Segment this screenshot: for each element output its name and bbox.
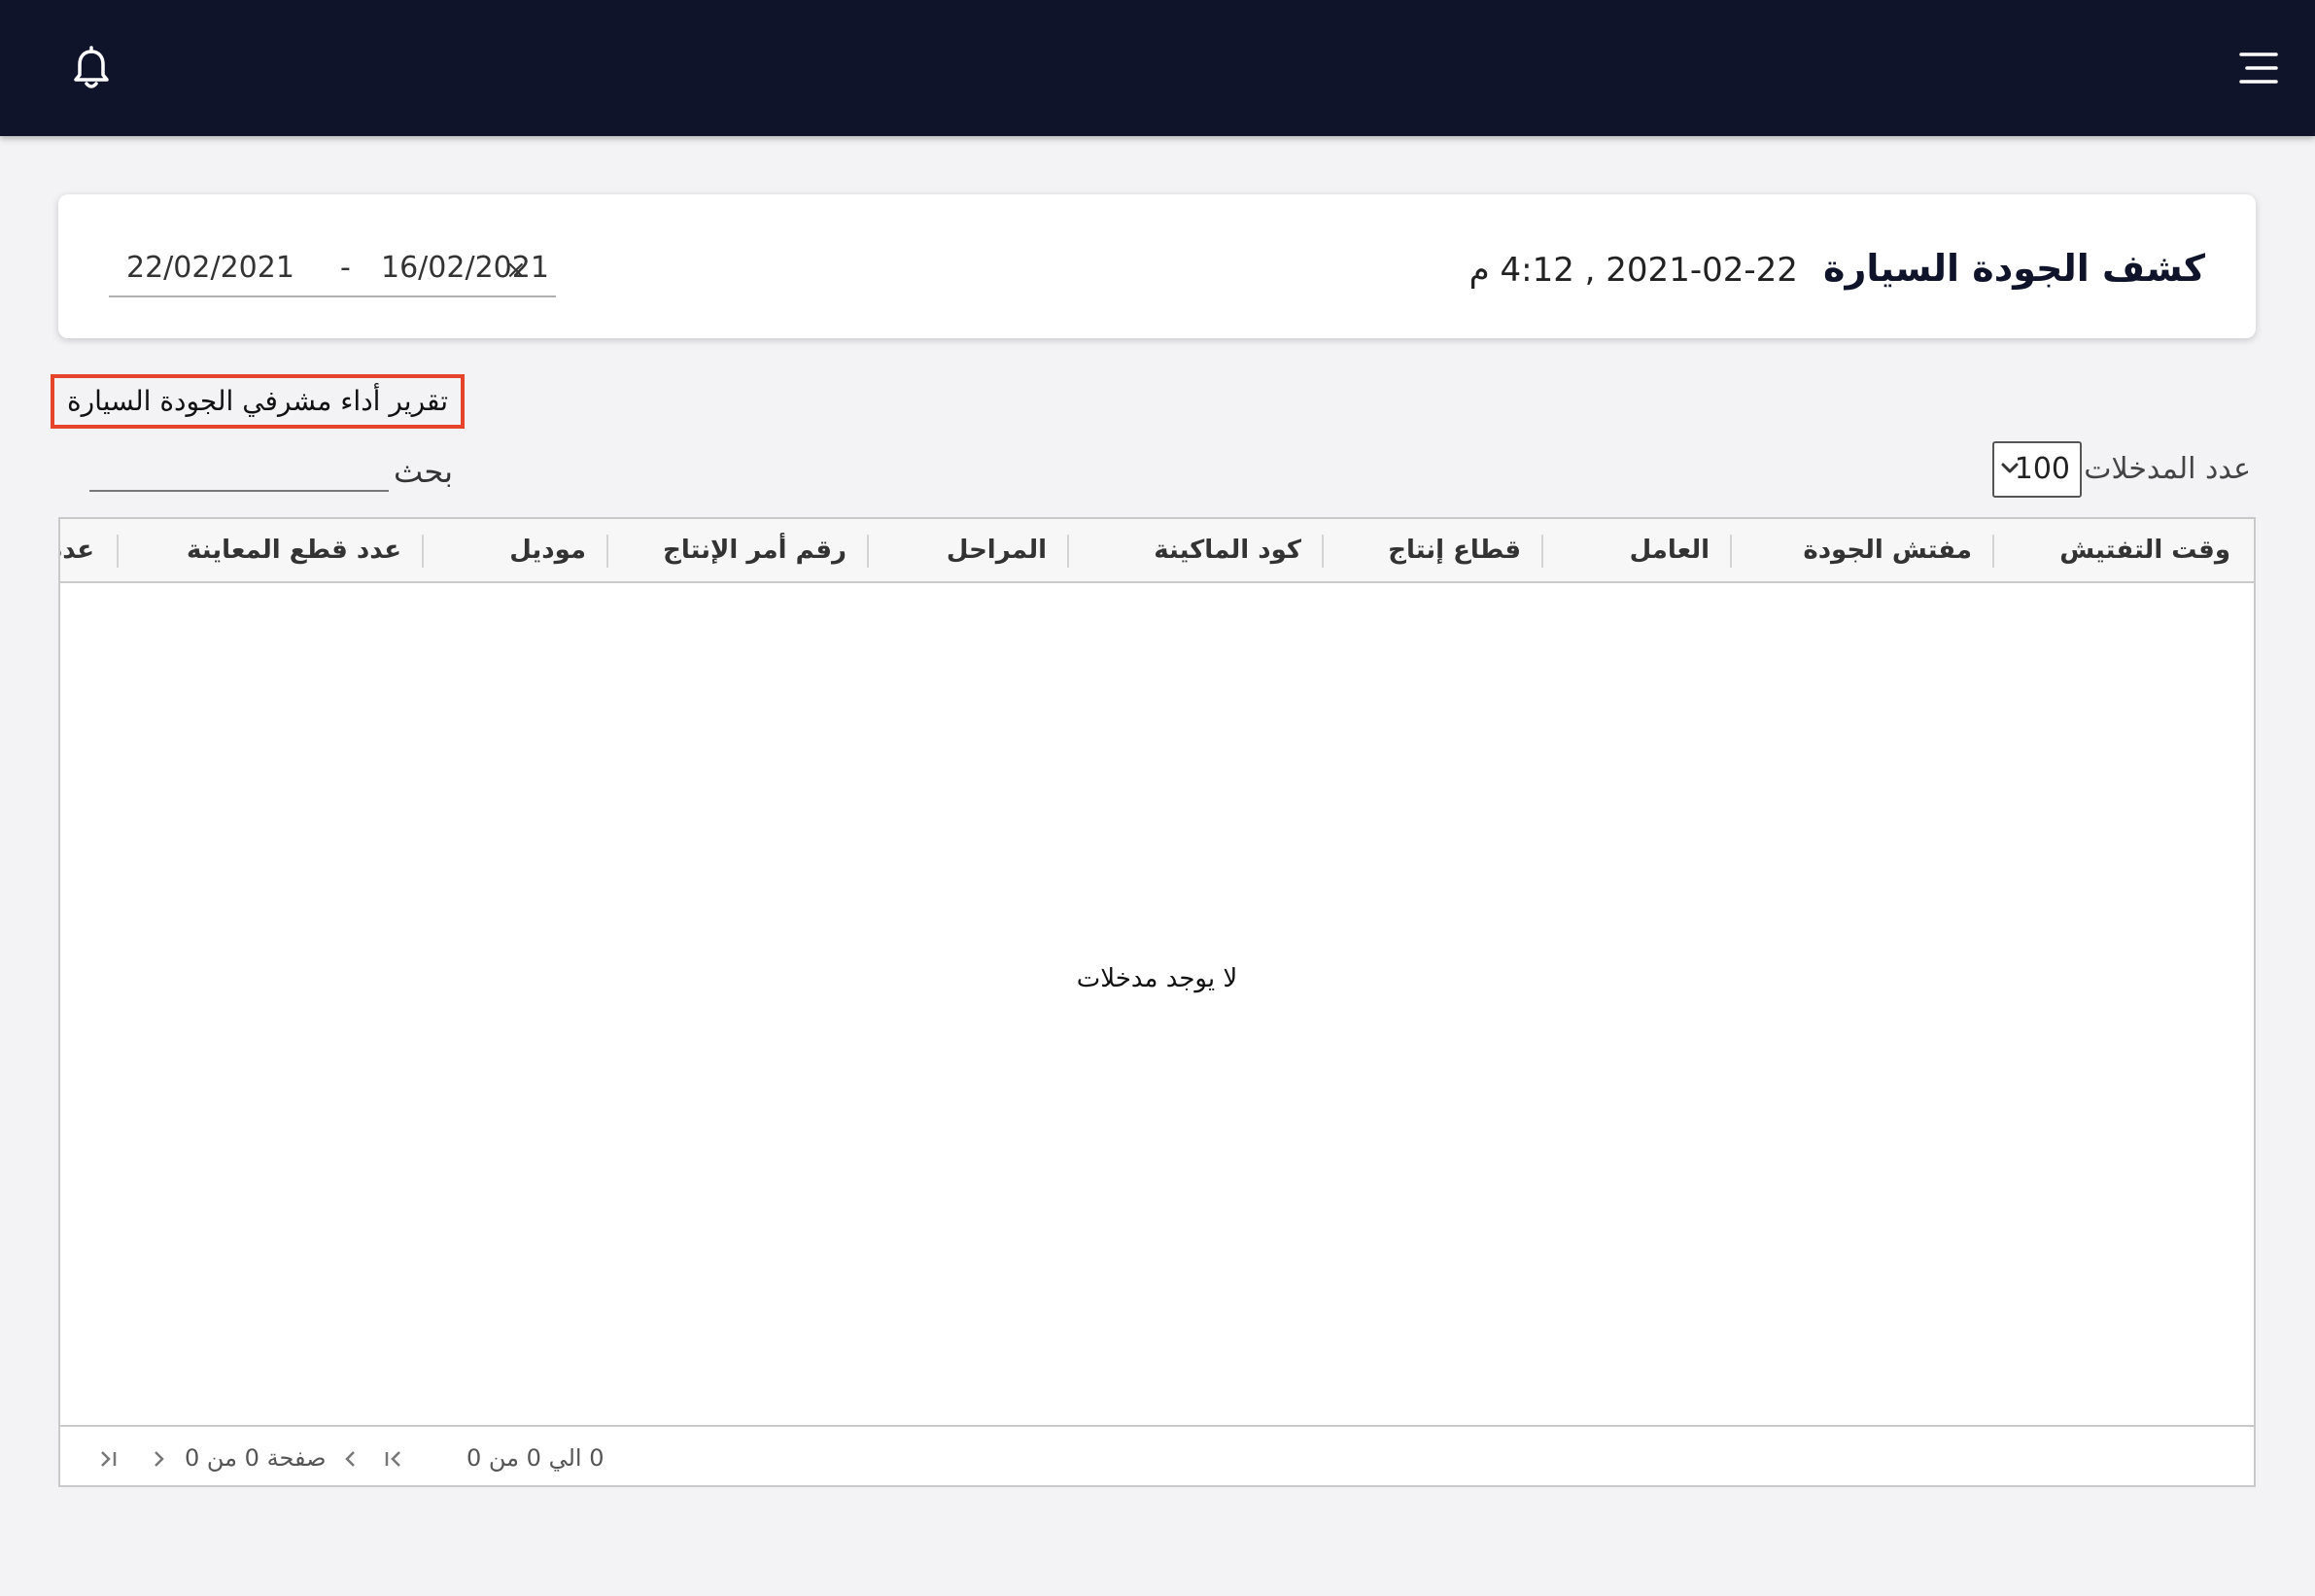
column-header-worker[interactable]: العامل — [1630, 519, 1710, 581]
hamburger-menu-icon[interactable] — [2237, 49, 2280, 87]
column-header-inspection-pieces[interactable]: عدد قطع المعاينة — [187, 519, 401, 581]
column-header-machine-code[interactable]: كود الماكينة — [1154, 519, 1301, 581]
column-header-quality-inspector[interactable]: مفتش الجودة — [1803, 519, 1972, 581]
table-body: لا يوجد مدخلات — [60, 583, 2254, 1425]
column-header-stages[interactable]: المراحل — [947, 519, 1047, 581]
date-range-picker[interactable]: 22/02/2021 - 16/02/2021 × — [109, 243, 556, 297]
data-table: وقت التفتيش مفتش الجودة العامل قطاع إنتا… — [58, 517, 2256, 1487]
chevron-down-icon — [2001, 463, 2019, 473]
page-title: كشف الجودة السيارة 22-02-2021 , 4:12 م — [1469, 243, 2205, 295]
table-header: وقت التفتيش مفتش الجودة العامل قطاع إنتا… — [60, 519, 2254, 583]
column-divider — [422, 535, 424, 568]
date-range-separator: - — [340, 251, 351, 285]
empty-table-message: لا يوجد مدخلات — [1076, 964, 1238, 993]
column-divider — [1992, 535, 1994, 568]
column-header-inspection-time[interactable]: وقت التفتيش — [2059, 519, 2230, 581]
previous-page-icon[interactable] — [338, 1446, 363, 1472]
column-divider — [867, 535, 869, 568]
column-header-count-truncated[interactable]: عدد — [60, 519, 94, 581]
search-input[interactable] — [89, 457, 389, 492]
column-header-production-order[interactable]: رقم أمر الإنتاج — [663, 519, 847, 581]
report-title: تقرير أداء مشرفي الجودة السيارة — [51, 374, 465, 429]
column-divider — [117, 535, 119, 568]
column-divider — [1541, 535, 1543, 568]
header-card: كشف الجودة السيارة 22-02-2021 , 4:12 م 2… — [58, 194, 2256, 338]
column-header-model[interactable]: موديل — [509, 519, 586, 581]
clear-date-icon[interactable]: × — [505, 245, 527, 295]
entries-per-page-select[interactable]: 100 — [1992, 441, 2082, 498]
first-page-icon[interactable] — [381, 1446, 406, 1472]
date-range-start[interactable]: 22/02/2021 — [126, 243, 294, 294]
entries-select-value: 100 — [2014, 452, 2070, 486]
column-header-production-sector[interactable]: قطاع إنتاج — [1388, 519, 1521, 581]
next-page-icon[interactable] — [146, 1446, 171, 1472]
bell-icon[interactable] — [68, 46, 115, 92]
entries-label: عدد المدخلات — [2084, 452, 2251, 486]
page-title-text: كشف الجودة السيارة — [1823, 247, 2205, 290]
column-divider — [606, 535, 608, 568]
top-navbar — [0, 0, 2315, 136]
column-divider — [1322, 535, 1324, 568]
table-pagination: 0 الي 0 من 0 صفحة 0 من 0 — [60, 1425, 2254, 1485]
report-datetime: 22-02-2021 , 4:12 م — [1468, 251, 1798, 290]
pagination-range: 0 الي 0 من 0 — [466, 1444, 605, 1472]
column-divider — [1067, 535, 1069, 568]
last-page-icon[interactable] — [95, 1446, 121, 1472]
search-label: بحث — [394, 453, 453, 490]
column-divider — [1730, 535, 1732, 568]
pagination-page: صفحة 0 من 0 — [185, 1444, 327, 1472]
